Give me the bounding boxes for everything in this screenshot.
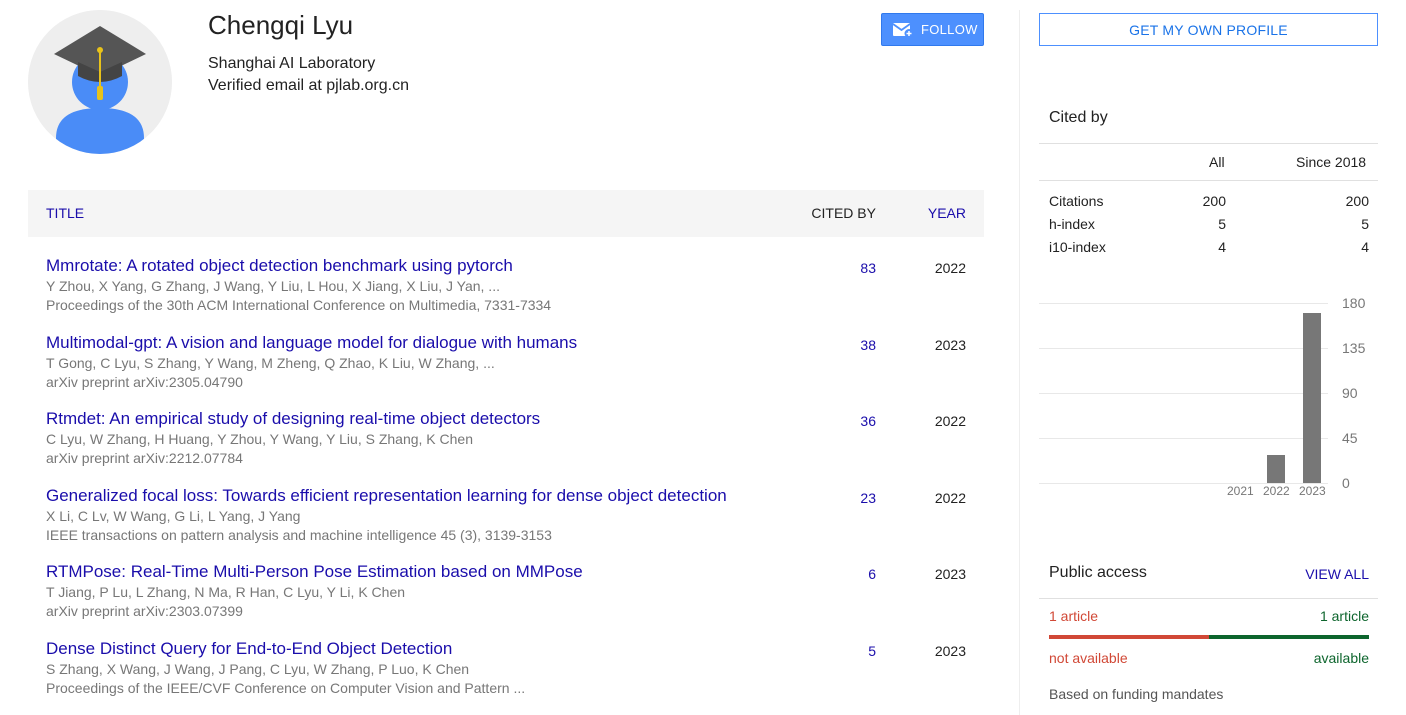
divider <box>1039 598 1378 599</box>
paper-venue: Proceedings of the IEEE/CVF Conference o… <box>46 679 526 696</box>
metric-all-value: 200 <box>1202 193 1226 209</box>
x-tick-label: 2021 <box>1227 484 1254 498</box>
cited-by-count-link[interactable]: 38 <box>860 337 876 353</box>
paper-year: 2022 <box>934 260 966 276</box>
publication-list: Mmrotate: A rotated object detection ben… <box>28 246 984 705</box>
table-row: RTMPose: Real-Time Multi-Person Pose Est… <box>28 552 984 629</box>
table-row: Mmrotate: A rotated object detection ben… <box>28 246 984 323</box>
paper-year: 2022 <box>934 413 966 429</box>
view-all-link[interactable]: VIEW ALL <box>1305 566 1369 582</box>
metric-all-value: 5 <box>1218 216 1226 232</box>
column-since-header: Since 2018 <box>1296 154 1367 170</box>
paper-year: 2022 <box>934 489 966 506</box>
paper-year: 2023 <box>934 336 966 353</box>
metric-label[interactable]: h-index <box>1049 216 1095 232</box>
column-year-header[interactable]: YEAR <box>928 205 966 221</box>
y-tick-label: 90 <box>1342 385 1358 401</box>
cited-by-count-link[interactable]: 83 <box>860 260 876 276</box>
paper-authors: X Li, C Lv, W Wang, G Li, L Yang, J Yang <box>46 507 301 524</box>
chart-gridline <box>1039 348 1328 349</box>
chart-gridline <box>1039 303 1328 304</box>
paper-venue: arXiv preprint arXiv:2212.07784 <box>46 450 243 466</box>
follow-label: FOLLOW <box>921 22 978 37</box>
metric-since-value: 4 <box>1361 239 1369 255</box>
y-tick-label: 45 <box>1342 430 1358 446</box>
chart-gridline <box>1039 438 1328 439</box>
chart-bar[interactable] <box>1303 313 1321 483</box>
public-access-heading: Public access <box>1049 564 1147 581</box>
column-divider <box>1019 10 1020 715</box>
paper-authors: Y Zhou, X Yang, G Zhang, J Wang, Y Liu, … <box>46 278 500 294</box>
metric-label[interactable]: Citations <box>1049 193 1103 209</box>
cited-by-count-link[interactable]: 23 <box>860 490 876 506</box>
profile-email: Verified email at pjlab.org.cn <box>208 77 409 94</box>
table-row: Multimodal-gpt: A vision and language mo… <box>28 323 984 400</box>
paper-title-link[interactable]: RTMPose: Real-Time Multi-Person Pose Est… <box>46 562 583 582</box>
paper-authors: T Jiang, P Lu, L Zhang, N Ma, R Han, C L… <box>46 584 406 600</box>
paper-venue: Proceedings of the 30th ACM Internationa… <box>46 297 552 313</box>
profile-affiliation: Shanghai AI Laboratory <box>208 55 376 72</box>
available-label: available <box>1313 650 1369 666</box>
table-header: TITLE CITED BY YEAR <box>28 190 984 237</box>
cited-by-count-link[interactable]: 5 <box>868 643 876 659</box>
paper-title-link[interactable]: Multimodal-gpt: A vision and language mo… <box>46 333 577 353</box>
paper-title-link[interactable]: Dense Distinct Query for End-to-End Obje… <box>46 639 452 659</box>
column-cited-header[interactable]: CITED BY <box>811 205 876 221</box>
cited-by-count-link[interactable]: 6 <box>868 566 876 582</box>
paper-venue: arXiv preprint arXiv:2305.04790 <box>46 373 243 390</box>
avatar <box>28 10 172 154</box>
table-row: Generalized focal loss: Towards efficien… <box>28 476 984 553</box>
chart-bar[interactable] <box>1267 455 1285 483</box>
paper-authors: T Gong, C Lyu, S Zhang, Y Wang, M Zheng,… <box>46 354 495 371</box>
paper-authors: S Zhang, X Wang, J Wang, J Pang, C Lyu, … <box>46 660 470 677</box>
chart-gridline <box>1039 393 1328 394</box>
y-tick-label: 180 <box>1342 295 1366 311</box>
column-all-header: All <box>1209 154 1225 170</box>
mail-plus-icon <box>892 22 914 38</box>
paper-year: 2023 <box>934 566 966 582</box>
paper-year: 2023 <box>934 642 966 659</box>
paper-title-link[interactable]: Rtmdet: An empirical study of designing … <box>46 409 540 429</box>
available-count-link[interactable]: 1 article <box>1320 608 1369 624</box>
not-available-label: not available <box>1049 650 1128 666</box>
metric-label[interactable]: i10-index <box>1049 239 1106 255</box>
get-my-own-profile-button[interactable]: GET MY OWN PROFILE <box>1039 13 1378 46</box>
cited-by-count-link[interactable]: 36 <box>860 413 876 429</box>
divider <box>1039 143 1378 144</box>
y-tick-label: 0 <box>1342 475 1350 491</box>
x-tick-label: 2022 <box>1263 484 1290 498</box>
follow-button[interactable]: FOLLOW <box>881 13 984 46</box>
x-tick-label: 2023 <box>1299 484 1326 498</box>
paper-title-link[interactable]: Mmrotate: A rotated object detection ben… <box>46 256 513 276</box>
not-available-bar <box>1049 635 1209 639</box>
available-bar <box>1209 635 1369 639</box>
table-row: Dense Distinct Query for End-to-End Obje… <box>28 629 984 706</box>
paper-venue: IEEE transactions on pattern analysis an… <box>46 526 552 543</box>
profile-name: Chengqi Lyu <box>208 10 354 40</box>
paper-title-link[interactable]: Generalized focal loss: Towards efficien… <box>46 486 727 506</box>
paper-authors: C Lyu, W Zhang, H Huang, Y Zhou, Y Wang,… <box>46 431 473 447</box>
cited-by-heading: Cited by <box>1049 109 1108 126</box>
divider <box>1039 180 1378 181</box>
table-row: Rtmdet: An empirical study of designing … <box>28 399 984 476</box>
metric-all-value: 4 <box>1218 239 1226 255</box>
paper-venue: arXiv preprint arXiv:2303.07399 <box>46 603 243 619</box>
funding-mandates-text: Based on funding mandates <box>1049 686 1224 702</box>
y-tick-label: 135 <box>1342 340 1366 356</box>
graduate-avatar-icon <box>28 10 172 154</box>
metric-since-value: 5 <box>1361 216 1369 232</box>
metric-since-value: 200 <box>1345 193 1369 209</box>
not-available-count-link[interactable]: 1 article <box>1049 608 1098 624</box>
column-title-header[interactable]: TITLE <box>46 205 84 221</box>
